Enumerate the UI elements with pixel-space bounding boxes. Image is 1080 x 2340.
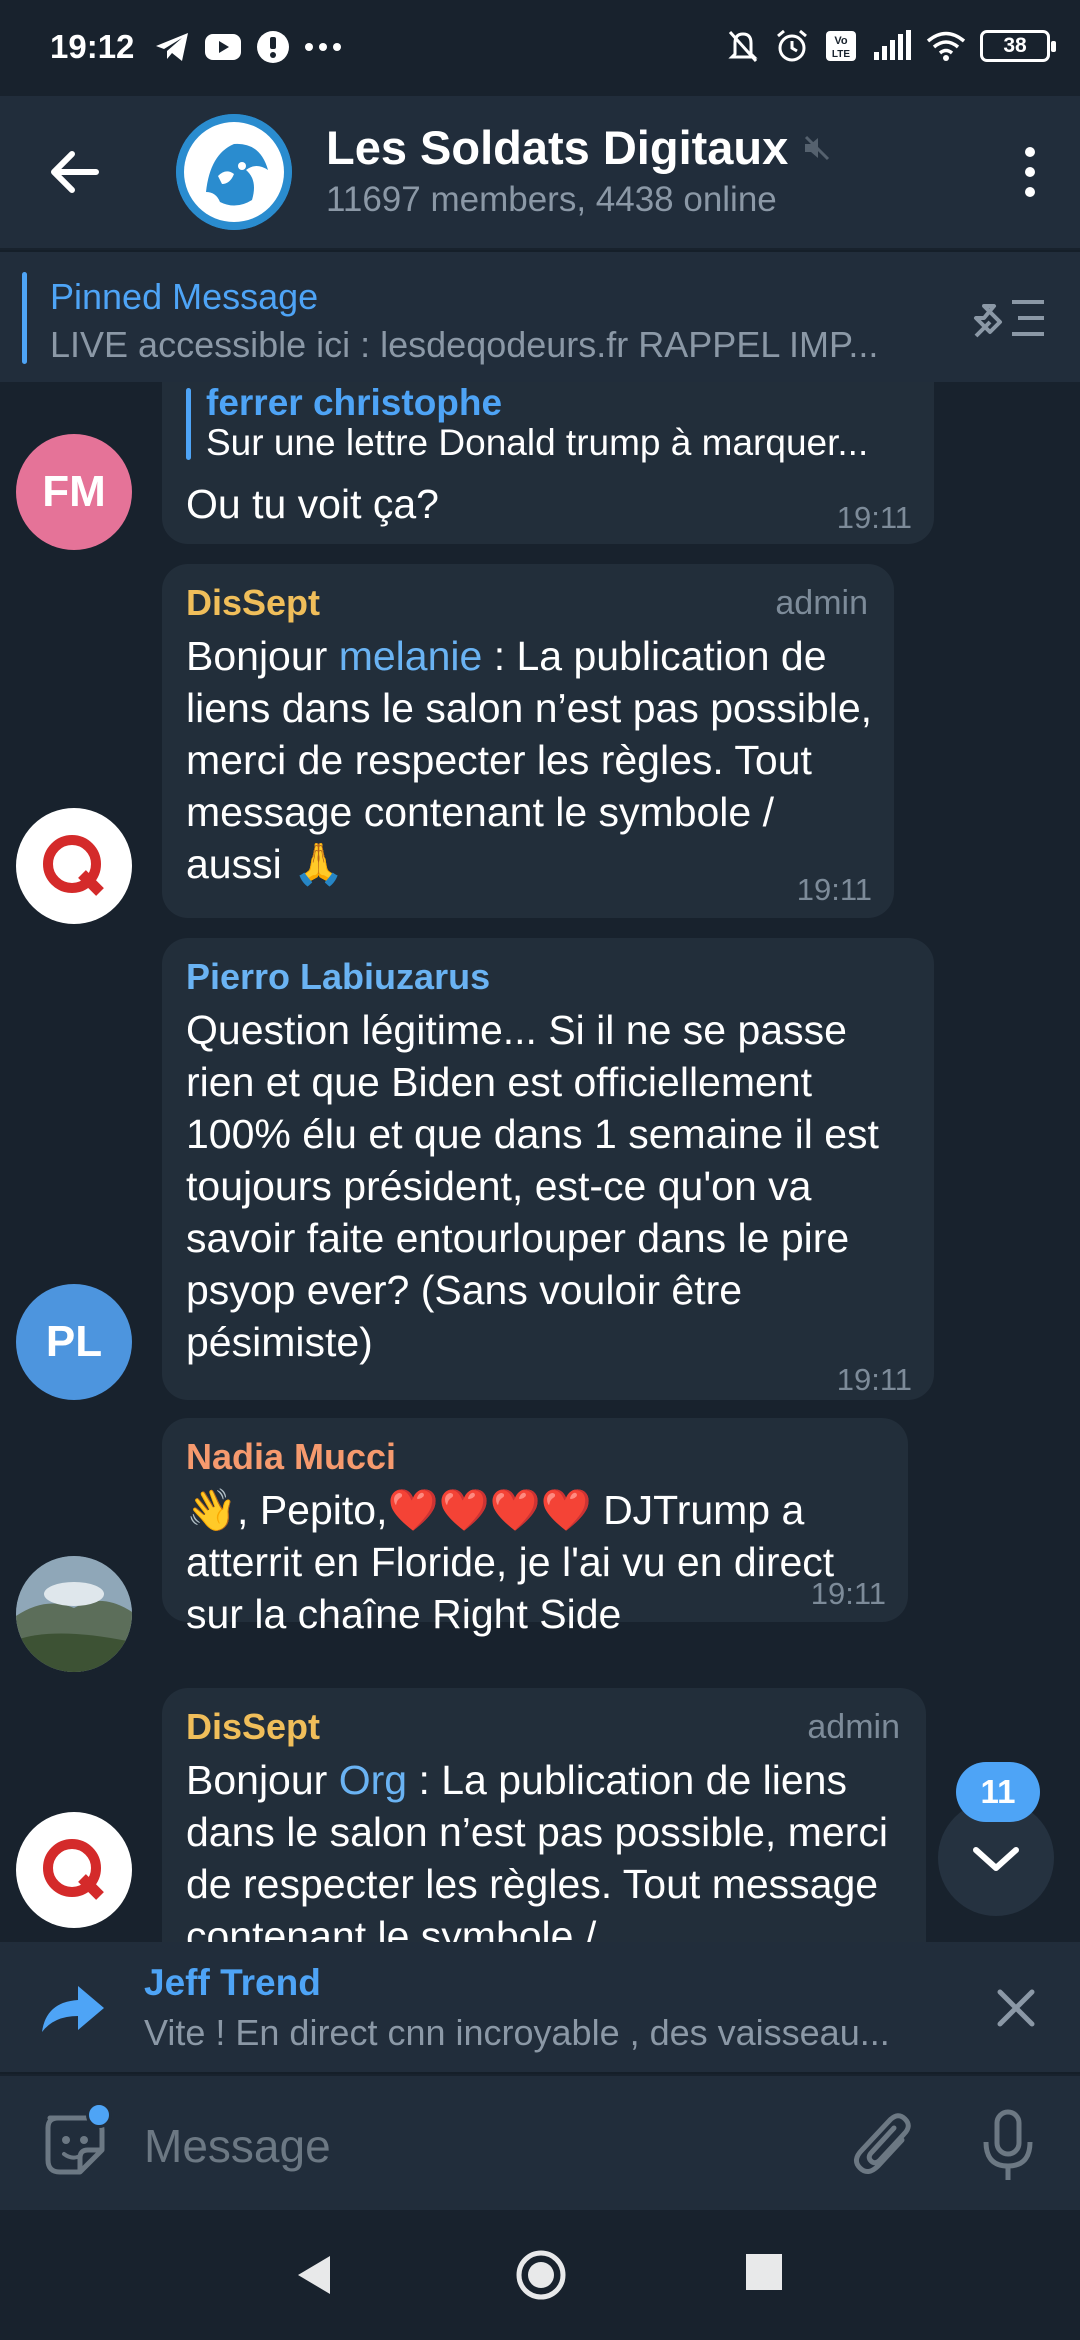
svg-text:LTE: LTE xyxy=(832,49,850,60)
app: 19:12 Vo LTE 38 Les Soldats Digitaux 116… xyxy=(0,0,1080,2340)
new-sticker-dot xyxy=(86,2102,112,2128)
pinned-list-icon[interactable] xyxy=(972,292,1048,344)
message-text: Ou tu voit ça? xyxy=(186,481,439,527)
reply-accent-bar xyxy=(186,388,191,460)
avatar[interactable]: FM xyxy=(16,434,132,550)
svg-text:Vo: Vo xyxy=(834,35,848,47)
landscape-photo-icon xyxy=(16,1556,132,1672)
message-text: Bonjour melanie : La publication de lien… xyxy=(186,630,876,890)
microphone-icon[interactable] xyxy=(978,2106,1038,2186)
signal-icon xyxy=(874,30,911,60)
message-time: 19:11 xyxy=(796,872,872,907)
message-time: 19:11 xyxy=(836,1362,912,1397)
pinned-title: Pinned Message xyxy=(50,276,319,317)
chat-header[interactable]: Les Soldats Digitaux 11697 members, 4438… xyxy=(0,96,1080,248)
message-bubble[interactable]: Nadia Mucci 👋, Pepito,❤️❤️❤️❤️ DJTrump a… xyxy=(162,1418,908,1637)
avatar-q-icon[interactable] xyxy=(16,1812,132,1928)
status-bar: 19:12 Vo LTE 38 xyxy=(0,0,1080,96)
chat-member-count: 11697 members, 4438 online xyxy=(326,180,777,219)
avatar-photo[interactable] xyxy=(16,1556,132,1672)
more-notifications-icon xyxy=(305,43,341,51)
text-segment: Bonjour xyxy=(186,1757,339,1803)
chat-title: Les Soldats Digitaux xyxy=(326,121,789,174)
message-time: 19:11 xyxy=(836,500,912,535)
avatar[interactable]: PL xyxy=(16,1284,132,1400)
pinned-text: LIVE accessible ici : lesdeqodeurs.fr RA… xyxy=(50,324,879,365)
message-text: Bonjour Org : La publication de liens da… xyxy=(186,1754,910,1942)
q-logo-icon xyxy=(43,1839,104,1900)
avatar-q-icon[interactable] xyxy=(16,808,132,924)
pinned-message-bar[interactable]: Pinned Message LIVE accessible ici : les… xyxy=(0,250,1080,382)
system-nav-bar xyxy=(0,2210,1080,2340)
message-text: Question légitime... Si il ne se passe r… xyxy=(186,1007,879,1365)
nav-back-icon[interactable] xyxy=(290,2250,340,2300)
avatar-initials: PL xyxy=(45,1317,103,1366)
back-arrow-icon[interactable] xyxy=(44,142,104,202)
admin-badge: admin xyxy=(807,1708,900,1746)
message-author[interactable]: Pierro Labiuzarus xyxy=(186,956,490,998)
message-time: 19:11 xyxy=(810,1576,886,1611)
reply-text: Sur une lettre Donald trump à marquer... xyxy=(206,422,869,463)
close-icon[interactable] xyxy=(992,1984,1040,2032)
message-bubble[interactable]: ferrer christophe Sur une lettre Donald … xyxy=(162,382,934,544)
notification-app-icon xyxy=(257,31,289,63)
message-bubble[interactable]: DisSept admin Bonjour Org : La publicati… xyxy=(162,1688,926,1942)
message-text: 👋, Pepito,❤️❤️❤️❤️ DJTrump a atterrit en… xyxy=(186,1487,835,1637)
bell-off-icon xyxy=(728,30,758,63)
muted-speaker-icon xyxy=(805,135,830,160)
paperclip-icon[interactable] xyxy=(850,2110,916,2182)
chat-title-row[interactable]: Les Soldats Digitaux xyxy=(326,120,832,175)
youtube-icon xyxy=(205,34,241,60)
message-input[interactable] xyxy=(144,2106,794,2186)
mention-link[interactable]: Org xyxy=(339,1757,407,1803)
forward-text: Vite ! En direct cnn incroyable , des va… xyxy=(144,2012,890,2053)
message-author[interactable]: DisSept xyxy=(186,1706,320,1748)
unread-count-badge: 11 xyxy=(956,1762,1040,1822)
telegram-icon xyxy=(156,33,188,61)
volte-icon: Vo LTE xyxy=(826,31,856,61)
nav-recents-icon[interactable] xyxy=(746,2254,782,2290)
message-bubble[interactable]: Pierro Labiuzarus Question légitime... S… xyxy=(162,938,934,1400)
lion-logo-icon xyxy=(176,114,292,230)
q-logo-icon xyxy=(43,835,104,896)
message-bubble[interactable]: DisSept admin Bonjour melanie : La publi… xyxy=(162,564,894,918)
message-input-bar xyxy=(0,2076,1080,2210)
wifi-icon xyxy=(926,31,966,61)
more-vert-icon[interactable] xyxy=(1010,142,1050,202)
message-author[interactable]: DisSept xyxy=(186,582,320,624)
nav-home-icon[interactable] xyxy=(514,2248,568,2302)
reply-author: ferrer christophe xyxy=(206,382,503,423)
avatar-initials: FM xyxy=(42,467,106,516)
forward-sender: Jeff Trend xyxy=(144,1962,321,2003)
mention-link[interactable]: melanie xyxy=(339,633,483,679)
status-time: 19:12 xyxy=(50,28,135,65)
forward-arrow-icon xyxy=(42,1986,104,2032)
group-avatar[interactable] xyxy=(176,114,292,230)
pinned-accent-bar xyxy=(22,272,27,364)
admin-badge: admin xyxy=(775,584,868,622)
messages-list[interactable]: ferrer christophe Sur une lettre Donald … xyxy=(0,382,1080,1942)
alarm-icon xyxy=(777,29,807,62)
forward-preview-bar[interactable]: Jeff Trend Vite ! En direct cnn incroyab… xyxy=(0,1942,1080,2074)
text-segment: Bonjour xyxy=(186,633,339,679)
message-author[interactable]: Nadia Mucci xyxy=(186,1436,396,1478)
battery-indicator: 38 xyxy=(980,30,1056,62)
